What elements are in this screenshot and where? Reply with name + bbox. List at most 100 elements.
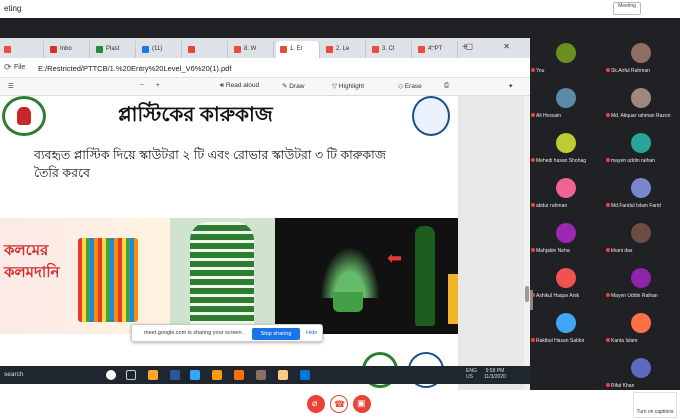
participant-tile[interactable]: Sk.Ariful Rahman [605, 40, 679, 78]
muted-mic-icon [606, 248, 610, 252]
participant-tile[interactable]: Mayen Uddin Raihan [605, 265, 679, 303]
url-field[interactable]: E:/Restricted/PTTCB/1.%20Entry%20Level_V… [38, 64, 231, 73]
participant-tile[interactable]: Mahjabin Neha [530, 220, 604, 258]
mic-off-button[interactable]: ⌀ [307, 395, 325, 413]
draw-button[interactable]: ✎ Draw [282, 82, 304, 90]
captions-button[interactable]: Turn on captions [633, 392, 677, 418]
browser-tab[interactable]: 1. Er [276, 41, 320, 58]
participant-tile[interactable]: khani das [605, 220, 679, 258]
clock-date: 11/3/2020 [484, 374, 506, 380]
erase-button[interactable]: ◇ Erase [398, 82, 422, 90]
scout-logo [2, 96, 46, 136]
participant-tile[interactable]: Ashikul Haque Anik [530, 265, 604, 303]
taskbar-search[interactable]: search [4, 371, 24, 378]
vlc-icon[interactable] [234, 370, 244, 380]
browser-tab[interactable]: 2. Le [322, 41, 366, 58]
muted-mic-icon [606, 383, 610, 387]
browser-tab[interactable] [184, 41, 228, 58]
avatar [631, 88, 651, 108]
muted-mic-icon [606, 203, 610, 207]
eraser-icon: ◇ [398, 83, 405, 90]
organization-seal [412, 96, 450, 136]
file-label: File [14, 64, 26, 71]
participant-name: Sk.Ariful Rahman [611, 68, 650, 74]
tab-label: (11) [152, 46, 163, 52]
hide-button[interactable]: Hide [306, 330, 317, 336]
refresh-icon[interactable]: ⟳ [4, 62, 12, 73]
participant-name: Mahjabin Neha [536, 248, 570, 254]
camera-off-button[interactable]: ▣ [353, 395, 371, 413]
participant-tile[interactable]: Rifat Khan [605, 355, 679, 393]
meet-controls-bar: ⌀ ☎ ▣ [0, 390, 680, 420]
windows-taskbar: search ENG US 9:58 PM 11/3/2020 [0, 366, 530, 384]
zoom-out-icon[interactable]: − [140, 82, 144, 89]
scroll-thumb[interactable] [525, 286, 529, 302]
participant-tile[interactable]: abdur rahman [530, 175, 604, 213]
tab-favicon-icon [50, 46, 57, 53]
highlight-label: Highlight [338, 83, 365, 90]
edge-icon[interactable] [300, 370, 310, 380]
participant-tile[interactable]: Mehedi hasan Shohag [530, 130, 604, 168]
avatar [556, 268, 576, 288]
browser-tab[interactable]: 3. Cl [368, 41, 412, 58]
cortana-icon[interactable] [106, 370, 116, 380]
file-explorer-icon[interactable] [148, 370, 158, 380]
window-controls[interactable]: – ▢ ✕ [431, 42, 524, 51]
avatar [631, 133, 651, 153]
browser-tab[interactable] [0, 41, 44, 58]
participant-name: Md. Atiquar rahman Razon [611, 113, 671, 119]
participant-tile[interactable] [530, 355, 604, 393]
tab-favicon-icon [188, 46, 195, 53]
task-view-icon[interactable] [126, 370, 136, 380]
photoshop-icon[interactable] [190, 370, 200, 380]
muted-mic-icon [606, 113, 610, 117]
pin-icon[interactable]: ✦ [508, 82, 513, 90]
photo-app-icon[interactable] [278, 370, 288, 380]
app-icon[interactable] [256, 370, 266, 380]
erase-label: Erase [404, 83, 422, 90]
language-indicator[interactable]: ENG US [466, 368, 477, 380]
participant-tile[interactable]: Md. Atiquar rahman Razon [605, 85, 679, 123]
participant-tile[interactable]: You [530, 40, 604, 78]
muted-mic-icon [606, 293, 610, 297]
participant-name: Ashikul Haque Anik [536, 293, 580, 299]
highlight-button[interactable]: ▽ Highlight [332, 82, 364, 90]
menu-icon[interactable]: ☰ [8, 82, 14, 90]
avatar [631, 43, 651, 63]
zoom-in-icon[interactable]: + [156, 82, 160, 89]
phone-hangup-icon: ☎ [334, 399, 346, 409]
leave-call-button[interactable]: ☎ [330, 395, 348, 413]
browser-tab[interactable]: Inbo [46, 41, 90, 58]
word-icon[interactable] [170, 370, 180, 380]
browser-tab[interactable]: 8. W [230, 41, 274, 58]
participant-name: Rifat Khan [611, 383, 635, 389]
grid-scroll-handle[interactable] [530, 290, 533, 310]
meeting-details-button[interactable]: Meeting [613, 2, 641, 15]
read-aloud-button[interactable]: 🔊︎ Read aloud [220, 82, 259, 90]
avatar [556, 178, 576, 198]
participant-name: abdur rahman [536, 203, 568, 209]
participant-name: Mehedi hasan Shohag [536, 158, 587, 164]
address-bar: ⟳ File E:/Restricted/PTTCB/1.%20Entry%20… [0, 58, 530, 78]
tab-label: Plast [106, 46, 120, 52]
tab-favicon-icon [234, 46, 241, 53]
participant-tile[interactable]: Kanta Islam [605, 310, 679, 348]
print-icon[interactable]: ⎙ [444, 82, 449, 90]
yellow-marker [448, 274, 458, 324]
browser-tab[interactable]: Plast [92, 41, 136, 58]
pdf-toolbar: ☰ − + 🔊︎ Read aloud ✎ Draw ▽ Highlight ◇… [0, 78, 530, 96]
captions-label: Turn on captions [636, 409, 674, 415]
participant-tile[interactable]: mayen uddin raihan [605, 130, 679, 168]
tab-label: Inbo [60, 46, 72, 52]
tab-favicon-icon [280, 46, 287, 53]
muted-mic-icon [531, 113, 535, 117]
pen-holder-image: কলমের কলমদানি [0, 218, 170, 334]
illustrator-icon[interactable] [212, 370, 222, 380]
avatar [631, 358, 651, 378]
participant-tile[interactable]: Rakibul Hasan Sabbir [530, 310, 604, 348]
participant-tile[interactable]: Md.Faridul Islam Farid [605, 175, 679, 213]
browser-tab[interactable]: (11) [138, 41, 182, 58]
avatar [631, 313, 651, 333]
participant-tile[interactable]: Ali Hossain [530, 85, 604, 123]
stop-sharing-button[interactable]: Stop sharing [252, 328, 300, 340]
